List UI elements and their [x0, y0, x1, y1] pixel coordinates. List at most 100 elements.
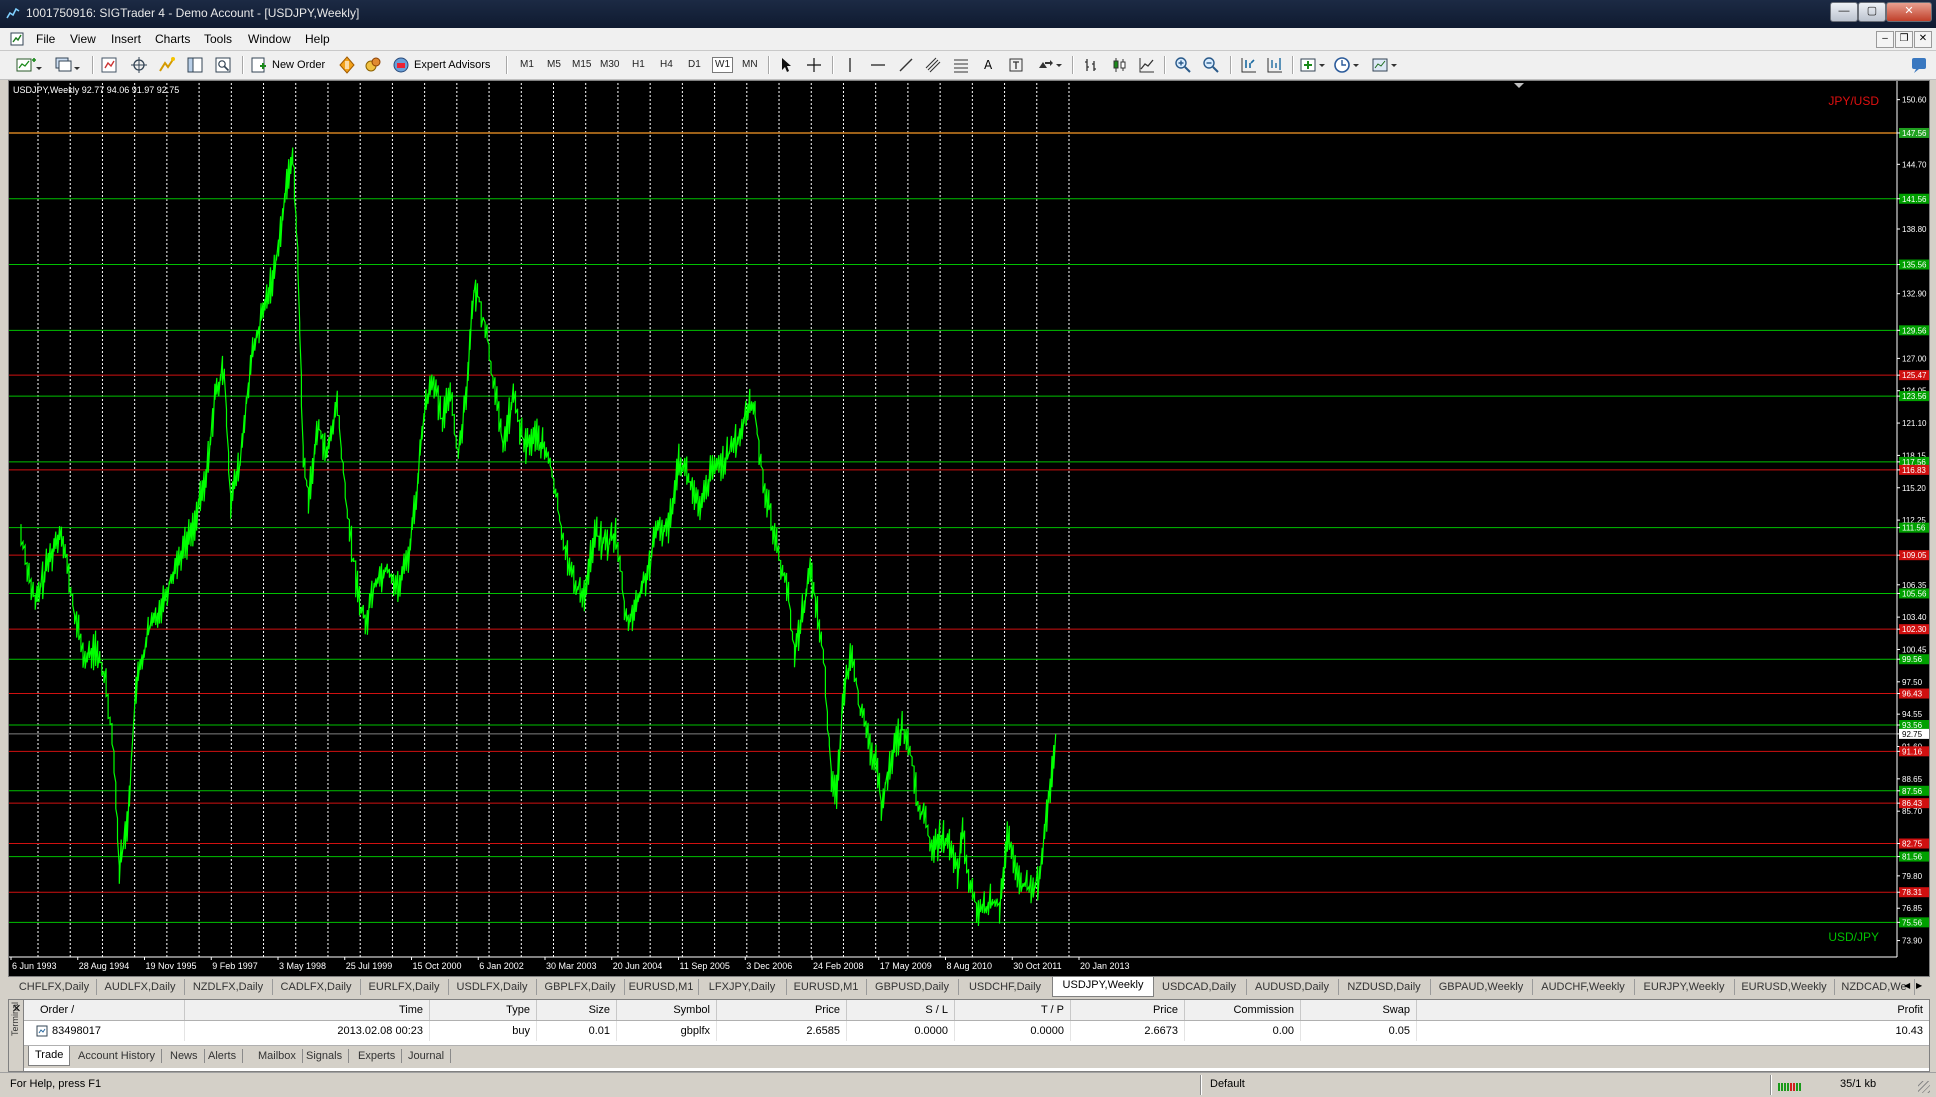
auto-scroll-button[interactable] [1240, 55, 1258, 75]
chart-tab[interactable]: AUDLFX,Daily [96, 979, 185, 995]
horizontal-line-tool-button[interactable] [870, 55, 886, 75]
templates-button[interactable] [1372, 55, 1398, 75]
terminal-tab[interactable]: Alerts [202, 1049, 244, 1063]
column-divider[interactable] [184, 1000, 185, 1020]
column-divider[interactable] [1070, 1000, 1071, 1020]
chart-tab[interactable]: EURJPY,Weekly [1634, 979, 1735, 995]
terminal-tab[interactable]: Signals [300, 1049, 350, 1063]
indicators-button[interactable] [1300, 55, 1326, 75]
menu-insert[interactable]: Insert [111, 32, 141, 46]
column-divider[interactable] [1416, 1000, 1417, 1020]
chart-tab[interactable]: GBPUSD,Daily [866, 979, 959, 995]
column-divider[interactable] [1300, 1000, 1301, 1020]
column-divider[interactable] [716, 1000, 717, 1020]
chart-tab[interactable]: USDJPY,Weekly [1052, 977, 1154, 997]
column-header[interactable]: S / L [925, 1004, 948, 1016]
chart-tab[interactable]: CHFLFX,Daily [12, 979, 97, 995]
crosshair-tool-button[interactable] [806, 55, 822, 75]
column-divider[interactable] [954, 1000, 955, 1020]
fibonacci-tool-button[interactable] [952, 55, 970, 75]
bar-chart-button[interactable] [1082, 55, 1100, 75]
metaeditor-button[interactable] [338, 55, 356, 75]
zoom-in-button[interactable] [1174, 55, 1192, 75]
chart-restore-button[interactable]: ❐ [1895, 31, 1913, 48]
terminal-tab[interactable]: Journal [402, 1049, 452, 1063]
strategy-tester-button[interactable] [214, 55, 232, 75]
help-chat-button[interactable] [1910, 55, 1928, 75]
chart-tab[interactable]: EURLFX,Daily [360, 979, 449, 995]
zoom-out-button[interactable] [1202, 55, 1220, 75]
candlestick-chart-button[interactable] [1110, 55, 1128, 75]
chart-tab[interactable]: AUDUSD,Daily [1246, 979, 1339, 995]
column-header[interactable]: Size [589, 1004, 610, 1016]
window-maximize-button[interactable]: ▢ [1858, 2, 1886, 22]
chart-tab[interactable]: USDCHF,Daily [958, 979, 1053, 995]
chart-tab[interactable]: NZDCAD,We [1834, 979, 1915, 995]
timeframe-h1[interactable]: H1 [632, 59, 645, 70]
data-window-button[interactable] [130, 55, 148, 75]
terminal-tab[interactable]: Mailbox [252, 1049, 303, 1063]
column-header[interactable]: T / P [1041, 1004, 1064, 1016]
timeframe-m15[interactable]: M15 [572, 59, 591, 70]
text-tool-button[interactable]: A [984, 55, 992, 75]
tabs-scroll-right-icon[interactable]: ▶ [1916, 981, 1922, 990]
column-header[interactable]: Order / [40, 1004, 74, 1016]
column-divider[interactable] [1184, 1000, 1185, 1020]
menu-file[interactable]: File [36, 32, 55, 46]
chart-tab[interactable]: USDLFX,Daily [448, 979, 537, 995]
table-row[interactable]: 83498017 2013.02.08 00:23 buy 0.01 gbplfx 2.6… [24, 1021, 1929, 1041]
timeframe-m1[interactable]: M1 [520, 59, 534, 70]
column-header[interactable]: Swap [1382, 1004, 1410, 1016]
terminal-tab[interactable]: Trade [28, 1046, 71, 1066]
autotrading-toggle-button[interactable] [364, 55, 382, 75]
chart-tab[interactable]: LFXJPY,Daily [698, 979, 787, 995]
chart-minimize-button[interactable]: – [1876, 31, 1894, 48]
chart-tab[interactable]: USDCAD,Daily [1152, 979, 1247, 995]
menu-help[interactable]: Help [305, 32, 330, 46]
chart-tab[interactable]: EURUSD,M1 [624, 979, 699, 995]
timeframe-d1[interactable]: D1 [688, 59, 701, 70]
column-header[interactable]: Commission [1233, 1004, 1294, 1016]
menu-window[interactable]: Window [248, 32, 291, 46]
periodicity-button[interactable] [1334, 55, 1360, 75]
column-header[interactable]: Price [815, 1004, 840, 1016]
column-header[interactable]: Price [1153, 1004, 1178, 1016]
column-header[interactable]: Profit [1897, 1004, 1923, 1016]
chart-close-button[interactable]: ✕ [1914, 31, 1932, 48]
chart-tab[interactable]: GBPLFX,Daily [536, 979, 625, 995]
menu-tools[interactable]: Tools [204, 32, 232, 46]
trendline-tool-button[interactable] [898, 55, 914, 75]
column-divider[interactable] [616, 1000, 617, 1020]
chart-tab[interactable]: GBPAUD,Weekly [1430, 979, 1533, 995]
chart-shift-button[interactable] [1266, 55, 1284, 75]
tabs-scroll-left-icon[interactable]: ◀ [1904, 981, 1910, 990]
arrows-tool-button[interactable] [1036, 55, 1062, 75]
timeframe-m30[interactable]: M30 [600, 59, 619, 70]
timeframe-mn[interactable]: MN [742, 59, 758, 70]
terminal-tab[interactable]: Experts [352, 1049, 403, 1063]
chart-tab[interactable]: EURUSD,Weekly [1734, 979, 1835, 995]
vertical-line-tool-button[interactable] [842, 55, 858, 75]
timeframe-h4[interactable]: H4 [660, 59, 673, 70]
chart-window[interactable]: 150.60 147.56 144.70 141.56 138.80 135.56 132.… [8, 80, 1930, 977]
channel-tool-button[interactable] [924, 55, 942, 75]
market-watch-button[interactable] [100, 55, 118, 75]
price-chart[interactable]: 150.60 147.56 144.70 141.56 138.80 135.56 132.… [9, 81, 1929, 976]
profiles-button[interactable] [54, 55, 80, 75]
resize-grip[interactable] [1918, 1081, 1930, 1093]
chart-tab[interactable]: NZDUSD,Daily [1338, 979, 1431, 995]
menu-charts[interactable]: Charts [155, 32, 190, 46]
window-close-button[interactable]: ✕ [1886, 2, 1932, 22]
terminal-button[interactable] [186, 55, 204, 75]
column-divider[interactable] [536, 1000, 537, 1020]
new-chart-button[interactable] [16, 55, 42, 75]
chart-tab[interactable]: CADLFX,Daily [272, 979, 361, 995]
terminal-tab[interactable]: News [164, 1049, 205, 1063]
window-minimize-button[interactable]: — [1830, 2, 1858, 22]
column-header[interactable]: Time [399, 1004, 423, 1016]
column-divider[interactable] [846, 1000, 847, 1020]
new-order-button[interactable]: New Order [250, 55, 325, 75]
column-header[interactable]: Type [506, 1004, 530, 1016]
menu-view[interactable]: View [70, 32, 96, 46]
column-header[interactable]: Symbol [673, 1004, 710, 1016]
